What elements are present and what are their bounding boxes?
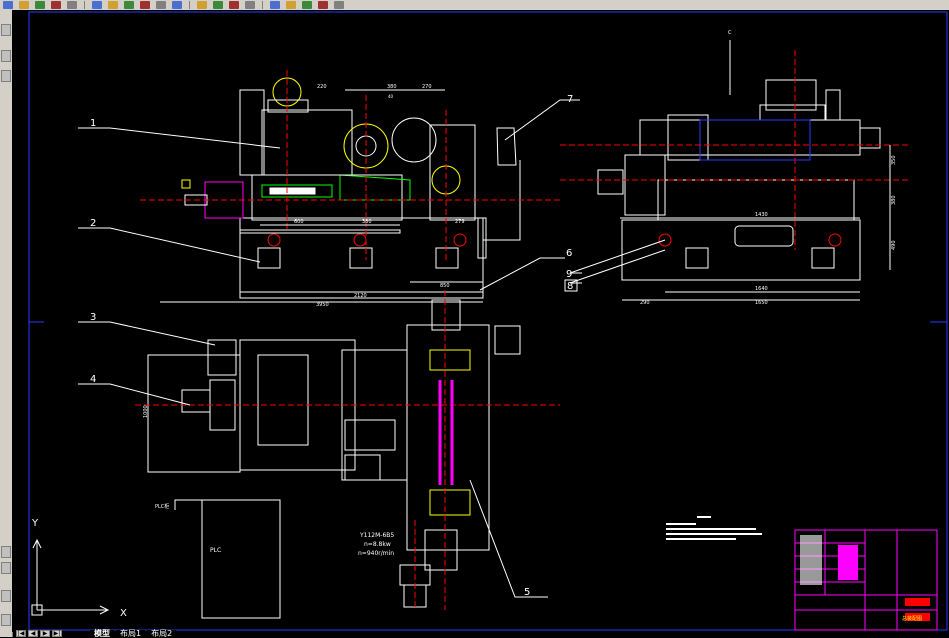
pan-icon[interactable] (197, 1, 207, 9)
ucs-y-label: Y (31, 518, 39, 529)
motor-spec-model: Y112M-6B5 (359, 532, 394, 539)
calculator-icon[interactable] (318, 1, 328, 9)
tool-palette-icon[interactable] (302, 1, 312, 9)
plan-view (135, 290, 560, 610)
edit-tool-icon[interactable] (1, 50, 11, 62)
callout-1: 1 (90, 118, 96, 129)
dim-350: 350 (891, 155, 897, 165)
zoom-realtime-icon[interactable] (213, 1, 223, 9)
dim-850: 850 (440, 283, 450, 289)
properties-icon[interactable] (270, 1, 280, 9)
dim-380: 380 (387, 84, 397, 90)
match-icon[interactable] (140, 1, 150, 9)
callout-5: 5 (524, 587, 530, 598)
dim-3950: 3950 (316, 302, 329, 308)
title-block (794, 529, 938, 631)
layer-icon[interactable] (334, 1, 344, 9)
nav-prev-icon[interactable]: ◀ (28, 630, 38, 637)
play-icon[interactable] (1, 614, 11, 626)
drawing-canvas[interactable]: 220 380 270 40 600 380 279 850 2120 3950… (12, 10, 949, 632)
motor-spec-speed: n=940r/min (358, 550, 394, 557)
dim-270: 270 (422, 84, 432, 90)
tab-layout1[interactable]: 布局1 (116, 630, 146, 638)
zoom-previous-icon[interactable] (245, 1, 255, 9)
motor-spec-power: n=8.8kw (364, 541, 391, 548)
callout-4: 4 (90, 374, 96, 385)
title-block-title: 总装配图 (902, 615, 922, 622)
redo-icon[interactable] (172, 1, 182, 9)
callout-7: 7 (567, 94, 573, 105)
dim-1650: 1650 (755, 300, 768, 306)
print-icon[interactable] (51, 1, 61, 9)
callout-6: 6 (566, 248, 572, 259)
zoom-window-icon[interactable] (229, 1, 239, 9)
dim-1430: 1430 (755, 212, 768, 218)
callout-2: 2 (90, 218, 96, 229)
tab-model[interactable]: 模型 (90, 630, 114, 638)
dim-600: 600 (294, 219, 304, 225)
plc-label: PLC (210, 547, 221, 554)
callout-3: 3 (90, 312, 96, 323)
callout-9: 9 (566, 269, 572, 280)
design-center-icon[interactable] (286, 1, 296, 9)
nav-last-icon[interactable]: ▶| (52, 630, 62, 637)
open-icon[interactable] (19, 1, 29, 9)
dim-490: 490 (891, 240, 897, 250)
preview-icon[interactable] (67, 1, 77, 9)
dim-290: 290 (640, 300, 650, 306)
dim-1640: 1640 (755, 286, 768, 292)
side-elevation-view (560, 40, 910, 301)
callout-8: 8 (567, 281, 573, 292)
dim-279: 279 (455, 219, 465, 225)
paste-icon[interactable] (124, 1, 134, 9)
dim-220: 220 (317, 84, 327, 90)
new-icon[interactable] (3, 1, 13, 9)
undo-icon[interactable] (156, 1, 166, 9)
ucs-x-label: X (120, 608, 127, 619)
color-tool-icon[interactable] (1, 562, 11, 574)
ucs-icon (31, 538, 110, 616)
toolbar-separator (84, 1, 85, 9)
nav-first-icon[interactable]: |◀ (16, 630, 26, 637)
top-marker: C (728, 30, 732, 36)
dim-2120: 2120 (354, 293, 367, 299)
dim-380b: 380 (362, 219, 372, 225)
tab-layout2[interactable]: 布局2 (147, 630, 177, 638)
dim-1000: 1000 (143, 405, 149, 418)
technical-notes (666, 516, 762, 540)
copy-icon[interactable] (108, 1, 118, 9)
toolbar-separator (262, 1, 263, 9)
dim-40: 40 (388, 94, 394, 99)
front-elevation-view (140, 70, 560, 303)
layer-tool-icon[interactable] (1, 546, 11, 558)
plc-cabinet (174, 499, 281, 619)
dim-380c: 380 (891, 195, 897, 205)
save-icon[interactable] (35, 1, 45, 9)
layout-tabs: 模型 布局1 布局2 (90, 630, 177, 638)
pencil-tool-icon[interactable] (1, 24, 11, 36)
plc-header-label: PLC柜 (155, 503, 169, 510)
scroll-up-icon[interactable] (1, 590, 11, 602)
cut-icon[interactable] (92, 1, 102, 9)
toolbar-separator (189, 1, 190, 9)
nav-next-icon[interactable]: ▶ (40, 630, 50, 637)
layout-nav: |◀ ◀ ▶ ▶| (16, 630, 62, 637)
properties-tool-icon[interactable] (1, 70, 11, 82)
